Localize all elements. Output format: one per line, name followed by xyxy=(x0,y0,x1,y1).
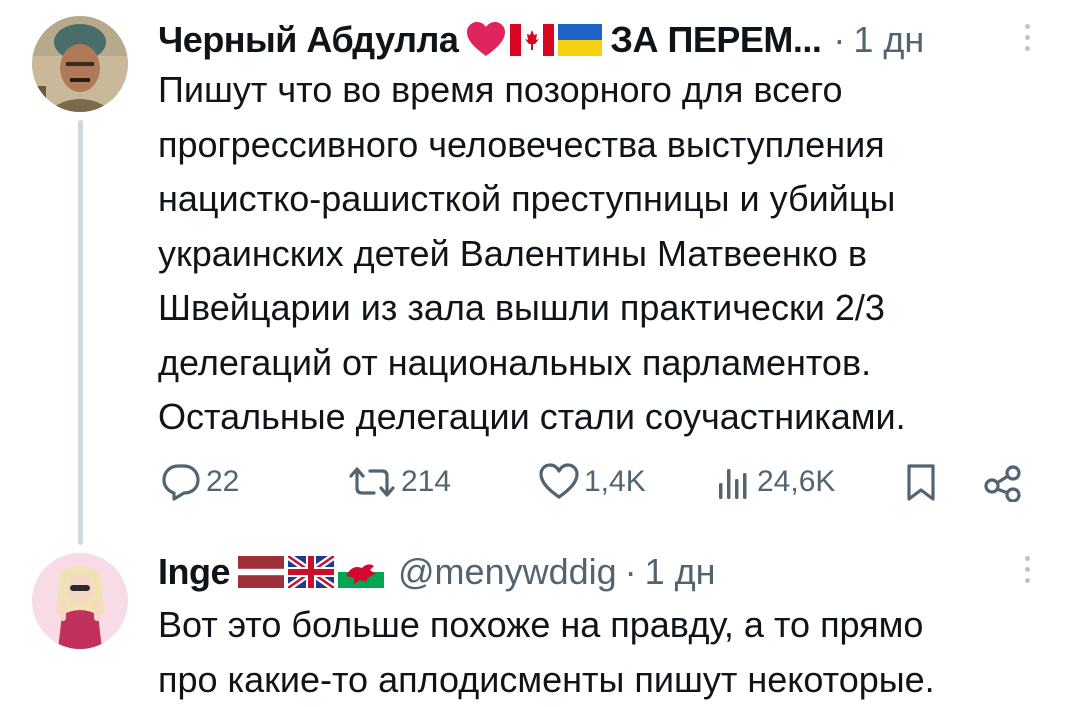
ukraine-flag-icon xyxy=(558,24,603,56)
share-icon xyxy=(984,465,1021,502)
heart-outline-icon xyxy=(539,463,579,499)
author-name[interactable]: Черный Абдулла xyxy=(158,19,459,61)
tweet-header: Черный Абдулла ЗА ПЕРЕМ... · 1 дн xyxy=(158,16,924,64)
uk-flag-icon xyxy=(288,556,335,588)
avatar[interactable] xyxy=(32,16,128,112)
like-count: 1,4K xyxy=(584,465,646,498)
author-name[interactable]: Inge xyxy=(158,551,231,593)
author-flags xyxy=(466,22,603,58)
avatar-image xyxy=(32,16,128,112)
views-button[interactable]: 24,6K xyxy=(715,456,835,508)
reply-icon xyxy=(162,464,200,501)
tweet-actions: 22 214 1,4K 24,6K xyxy=(160,456,1030,508)
heart-icon xyxy=(467,22,506,56)
bookmark-button[interactable] xyxy=(904,456,938,508)
tweet-text: Пишут что во время позорного для всего п… xyxy=(158,69,906,437)
avatar[interactable] xyxy=(32,553,128,649)
author-name-suffix[interactable]: ЗА ПЕРЕМ... xyxy=(610,19,821,61)
canada-flag-icon xyxy=(510,24,555,56)
timestamp[interactable]: 1 дн xyxy=(853,19,924,61)
retweet-button[interactable]: 214 xyxy=(347,456,451,508)
like-button[interactable]: 1,4K xyxy=(538,456,646,508)
retweet-icon xyxy=(349,467,395,497)
bookmark-icon xyxy=(907,464,935,501)
latvia-flag-icon xyxy=(238,556,285,588)
reply-button[interactable]: 22 xyxy=(160,456,239,508)
tweet-text: Вот это больше похоже на правду, а то пр… xyxy=(158,604,935,700)
views-chart-icon xyxy=(719,469,747,499)
more-options-icon[interactable] xyxy=(1022,24,1032,57)
avatar-image xyxy=(32,553,128,649)
retweet-count: 214 xyxy=(401,465,452,498)
author-flags xyxy=(238,556,385,588)
separator: · xyxy=(624,551,637,592)
more-options-icon[interactable] xyxy=(1022,556,1032,589)
separator: · xyxy=(833,19,846,60)
tweet-header: Inge @menywddig · 1 дн xyxy=(158,546,716,598)
timestamp[interactable]: 1 дн xyxy=(645,551,716,593)
wales-flag-icon xyxy=(338,556,385,588)
reply-count: 22 xyxy=(206,465,240,498)
author-handle[interactable]: @menywddig xyxy=(398,551,617,593)
views-count: 24,6K xyxy=(757,465,836,498)
thread-connector-line xyxy=(78,120,83,545)
share-button[interactable] xyxy=(982,456,1024,508)
